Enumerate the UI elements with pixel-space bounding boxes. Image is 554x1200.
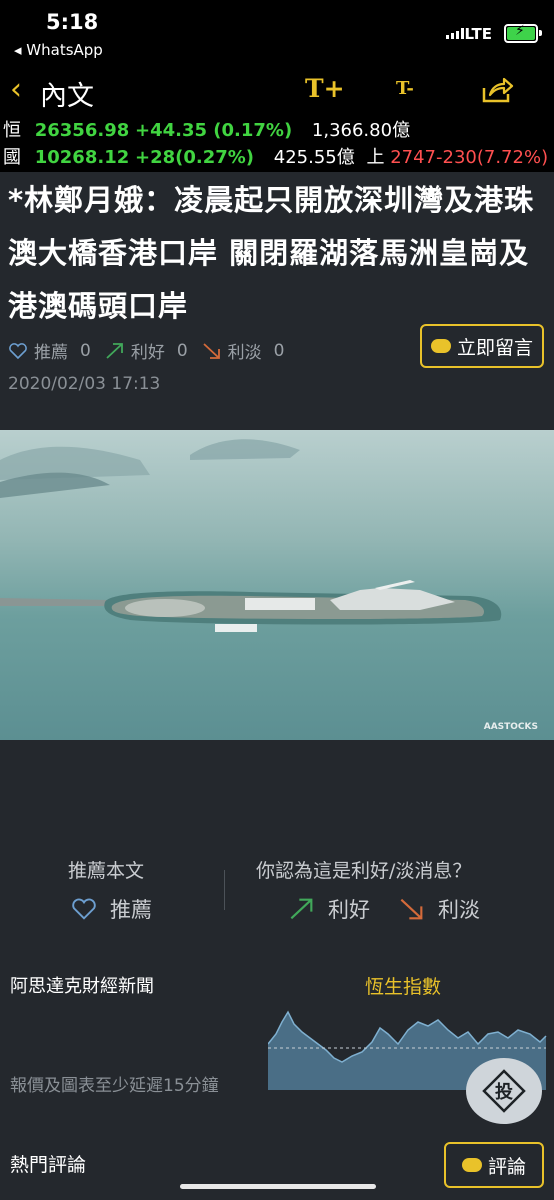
hscei-value: 10268.12 [34, 147, 130, 168]
font-increase-button[interactable]: T+ [305, 74, 345, 103]
share-icon[interactable] [480, 76, 514, 108]
invest-button[interactable]: 投 [466, 1058, 542, 1124]
nav-bar: ‹ 內文 T+ T- [0, 68, 554, 114]
status-bar: 5:18 ◂ WhatsApp LTE ⚡ [0, 0, 554, 68]
network-label: LTE [464, 25, 492, 43]
hsi-index-title[interactable]: 恆生指數 [365, 972, 441, 999]
back-icon[interactable]: ‹ [10, 72, 22, 107]
vote-question: 你認為這是利好/淡消息？ [256, 860, 472, 882]
news-source: 阿思達克財經新聞 [10, 976, 154, 997]
speech-bubble-icon [461, 1158, 482, 1172]
bullish-arrow-icon[interactable] [105, 342, 125, 360]
bearish-arrow-icon [400, 898, 423, 920]
home-indicator[interactable] [180, 1184, 376, 1189]
hsi-value: 26356.98 [34, 120, 130, 141]
comment-button[interactable]: 評論 [444, 1142, 544, 1188]
bullish-count: 0 [176, 340, 188, 361]
shanghai-value: 2747-230(7.72%) [390, 147, 549, 168]
hsi-row: 恒 26356.98 +44.35 (0.17%) 1,366.80億 [3, 120, 411, 141]
page-title: 內文 [40, 81, 94, 112]
hscei-turnover: 425.55億 [273, 147, 355, 168]
heart-icon[interactable] [8, 342, 28, 360]
bearish-count: 0 [273, 340, 285, 361]
hsi-change: +44.35 (0.17%) [134, 120, 293, 141]
photo-watermark: AASTOCKS [483, 722, 538, 732]
clock: 5:18 [46, 10, 99, 34]
vote-divider [224, 870, 225, 910]
speech-bubble-icon [430, 339, 451, 353]
font-decrease-button[interactable]: T- [396, 78, 414, 99]
back-to-whatsapp-link[interactable]: ◂ WhatsApp [14, 41, 103, 59]
bullish-arrow-icon [290, 898, 313, 920]
article-date: 2020/02/03 17:13 [8, 374, 161, 394]
recommend-article-title: 推薦本文 [68, 860, 145, 882]
hscei-row: 國 10268.12 +28(0.27%) 425.55億 上 2747-230… [3, 147, 549, 168]
heart-icon [72, 898, 96, 920]
bullish-button[interactable]: 利好 [288, 894, 370, 924]
battery-icon: ⚡ [504, 23, 542, 43]
article-headline: *林鄭月娥：凌晨起只開放深圳灣及港珠澳大橋香港口岸 關閉羅湖落馬洲皇崗及港澳碼頭… [8, 183, 535, 323]
bearish-button[interactable]: 利淡 [398, 894, 480, 924]
article-photo: AASTOCKS [0, 430, 554, 740]
recommend-count: 0 [80, 340, 91, 361]
hscei-change: +28(0.27%) [134, 147, 255, 168]
hsi-turnover: 1,366.80億 [311, 120, 411, 141]
hot-comments-title: 熱門評論 [10, 1154, 87, 1176]
leave-comment-button[interactable]: 立即留言 [420, 324, 544, 368]
market-ticker: 恒 26356.98 +44.35 (0.17%) 1,366.80億 國 10… [0, 114, 554, 172]
reaction-bar: 推薦 0 利好 0 利淡 0 [8, 338, 284, 363]
delay-notice: 報價及圖表至少延遲15分鐘 [10, 1076, 219, 1096]
bearish-arrow-icon[interactable] [202, 342, 222, 360]
invest-button-label: 投 [495, 1081, 513, 1103]
signal-icon [446, 28, 464, 39]
bridge-island-illustration [0, 439, 502, 632]
recommend-button[interactable]: 推薦 [70, 894, 152, 924]
